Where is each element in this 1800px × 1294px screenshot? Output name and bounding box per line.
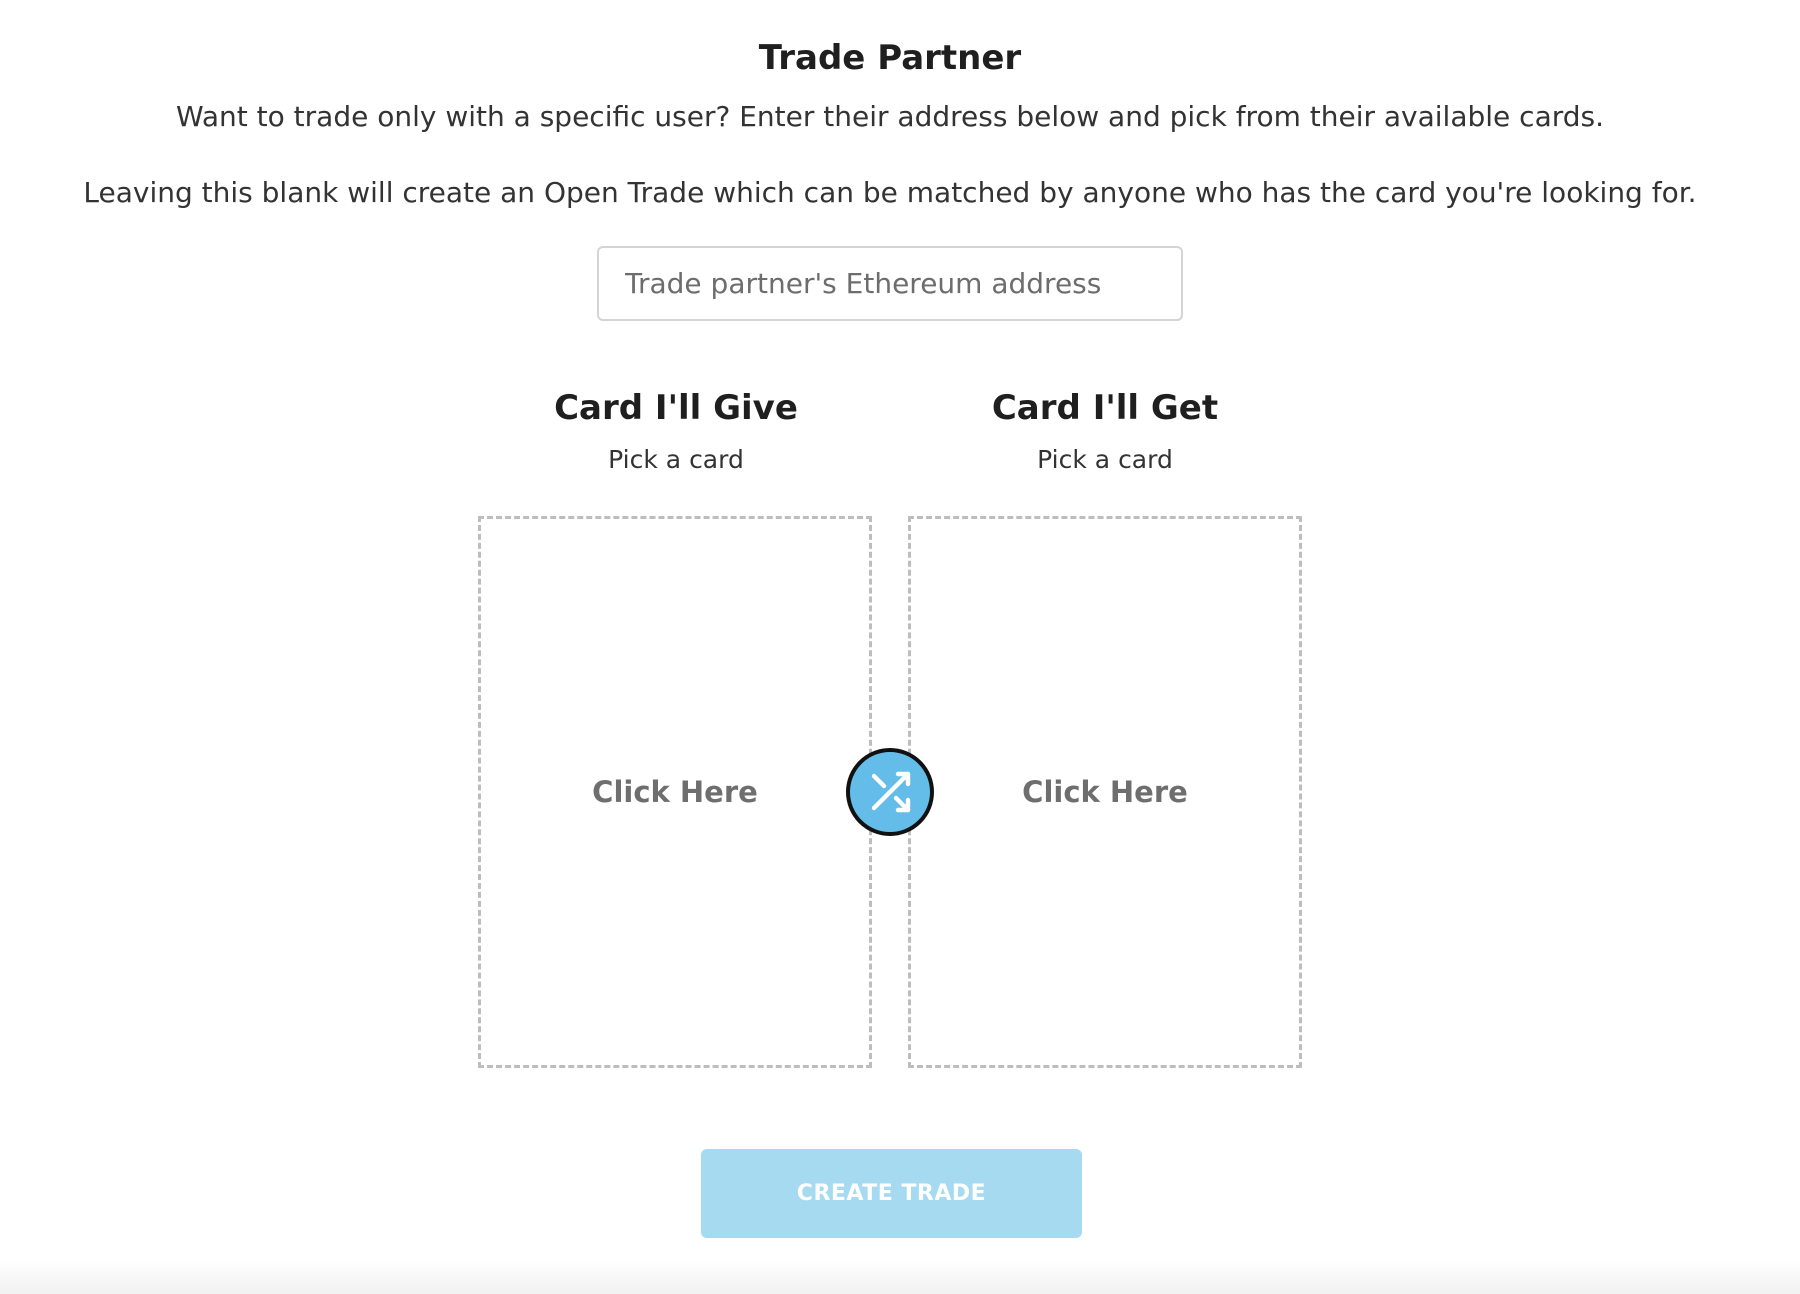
card-get-title: Card I'll Get — [991, 388, 1219, 428]
trade-partner-address-input[interactable] — [597, 246, 1183, 321]
page-bottom-edge — [0, 1260, 1800, 1294]
open-trade-description: Leaving this blank will create an Open T… — [83, 176, 1697, 209]
swap-cards-button[interactable] — [846, 748, 934, 836]
trade-partner-description: Want to trade only with a specific user?… — [175, 100, 1605, 133]
card-give-slot[interactable]: Click Here — [478, 516, 872, 1068]
trade-partner-title: Trade Partner — [758, 38, 1022, 78]
card-give-subtitle: Pick a card — [608, 445, 744, 474]
card-give-title: Card I'll Give — [554, 388, 798, 428]
card-get-subtitle: Pick a card — [1037, 445, 1173, 474]
card-get-slot-label: Click Here — [1022, 775, 1188, 809]
create-trade-button[interactable]: CREATE TRADE — [701, 1149, 1082, 1238]
card-get-slot[interactable]: Click Here — [908, 516, 1302, 1068]
card-give-slot-label: Click Here — [592, 775, 758, 809]
shuffle-icon — [871, 771, 911, 813]
trade-form: Trade Partner Want to trade only with a … — [0, 0, 1800, 1294]
